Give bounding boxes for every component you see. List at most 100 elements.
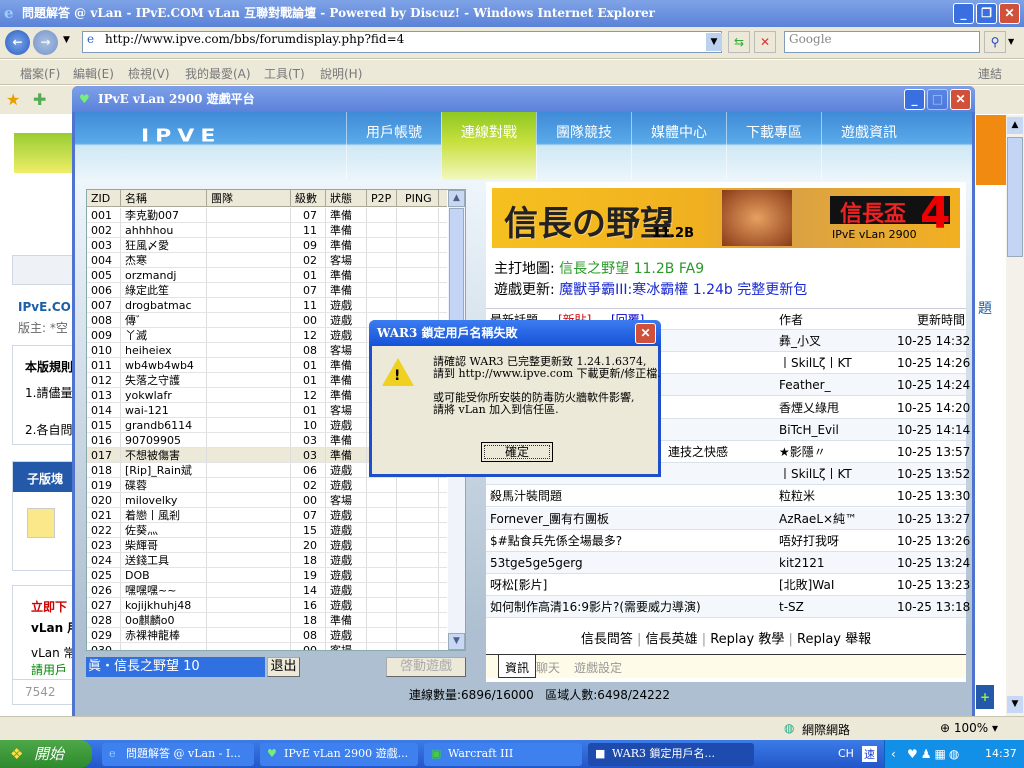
tray-expand-icon[interactable]: ‹	[891, 740, 896, 768]
nav-media[interactable]: 媒體中心	[631, 112, 726, 180]
player-row[interactable]: 028 0o麒麟o0 18 準備	[87, 613, 447, 628]
topic-title[interactable]: 連技之快感	[668, 441, 728, 463]
vlan-minimize-button[interactable]: _	[904, 89, 925, 110]
topic-row[interactable]: 如何制作高清16:9影片?(需要威力導演) t-SZ 10-25 13:18	[486, 596, 970, 619]
player-row[interactable]: 029 赤裸神龍棒 08 遊戲	[87, 628, 447, 643]
player-row[interactable]: 022 佐葵灬 15 遊戲	[87, 523, 447, 538]
menu-tools[interactable]: 工具(T)	[264, 65, 305, 82]
nav-download[interactable]: 下載專區	[726, 112, 821, 180]
dialog-close-button[interactable]: ✕	[635, 323, 656, 344]
scroll-thumb[interactable]	[1007, 137, 1023, 257]
player-row[interactable]: 004 杰寒 02 客場	[87, 253, 447, 268]
add-favorite-icon[interactable]: ✚	[33, 90, 46, 109]
task-dialog[interactable]: ■ WAR3 鎖定用戶名...	[588, 743, 754, 766]
tray-icons[interactable]: ♥♟▦◍	[907, 740, 962, 768]
address-dropdown-icon[interactable]: ▼	[706, 33, 722, 51]
topic-row[interactable]: Fornever_團有冇團板 AzRaeL×純™ 10-25 13:27	[486, 507, 970, 530]
ime-indicator[interactable]: 速	[862, 746, 877, 762]
menu-help[interactable]: 說明(H)	[320, 65, 362, 82]
col-level[interactable]: 級數	[291, 190, 326, 206]
topic-row[interactable]: 53tge5ge5gerg kit2121 10-25 13:24	[486, 552, 970, 574]
col-name[interactable]: 名稱	[121, 190, 207, 206]
player-row[interactable]: 001 李克勤007 07 準備	[87, 208, 447, 223]
task-ie[interactable]: e 問題解答 @ vLan - I...	[102, 743, 254, 766]
room-name-input[interactable]: 眞・信長之野望 10	[86, 657, 265, 677]
exit-button[interactable]: 退出	[267, 657, 300, 677]
search-input[interactable]: Google	[784, 31, 980, 53]
scroll-down-icon[interactable]: ▼	[448, 633, 465, 650]
game-banner[interactable]: 信長の野望 11.2B 信長盃 4 IPvE vLan 2900	[492, 188, 960, 248]
menu-edit[interactable]: 編輯(E)	[73, 65, 114, 82]
player-row[interactable]: 025 DOB 19 遊戲	[87, 568, 447, 583]
restore-button[interactable]: ❐	[976, 3, 997, 24]
menu-view[interactable]: 檢視(V)	[128, 65, 170, 82]
topic-title[interactable]: $#點食兵先係全場最多?	[490, 530, 622, 552]
tab-game-settings[interactable]: 遊戲設定	[574, 659, 622, 676]
link-replay-tutorial[interactable]: Replay 教學	[710, 632, 784, 647]
player-row[interactable]: 006 綠定此笙 07 準備	[87, 283, 447, 298]
scroll-up-icon[interactable]: ▲	[1007, 117, 1023, 134]
link-qa[interactable]: 信長問答	[581, 632, 633, 647]
player-row[interactable]: 005 orzmandj 01 準備	[87, 268, 447, 283]
col-zid[interactable]: ZID	[87, 190, 121, 206]
vlan-close-button[interactable]: ✕	[950, 89, 971, 110]
topic-row[interactable]: $#點食兵先係全場最多? 唔好打我呀 10-25 13:26	[486, 529, 970, 552]
task-warcraft[interactable]: ▣ Warcraft III	[424, 743, 582, 766]
player-row[interactable]: 007 drogbatmac 11 遊戲	[87, 298, 447, 313]
zoom-level[interactable]: ⊕ 100% ▾	[940, 721, 998, 735]
links-button[interactable]: 連結	[978, 65, 1002, 82]
player-row[interactable]: 027 kojijkhuhj48 16 遊戲	[87, 598, 447, 613]
tab-chat[interactable]: 聊天	[536, 659, 560, 676]
player-row[interactable]: 020 milovelky 00 客場	[87, 493, 447, 508]
scroll-down-icon[interactable]: ▼	[1007, 696, 1023, 713]
menu-file[interactable]: 檔案(F)	[20, 65, 60, 82]
link-replay-report[interactable]: Replay 舉報	[797, 632, 871, 647]
player-row[interactable]: 026 嘿嘿嘿~~ 14 遊戲	[87, 583, 447, 598]
player-row[interactable]: 023 柴輝哥 20 遊戲	[87, 538, 447, 553]
task-vlan[interactable]: ♥ IPvE vLan 2900 遊戲...	[260, 743, 418, 766]
player-row[interactable]: 019 碟蓉 02 遊戲	[87, 478, 447, 493]
address-input[interactable]: e http://www.ipve.com/bbs/forumdisplay.ph…	[82, 31, 722, 53]
topic-row[interactable]: 呀松[影片] [北敗]WaI 10-25 13:23	[486, 574, 970, 597]
language-indicator[interactable]: CH	[838, 747, 854, 760]
minimize-button[interactable]: _	[953, 3, 974, 24]
download-title[interactable]: 立即下	[31, 598, 67, 615]
close-button[interactable]: ✕	[999, 3, 1020, 24]
scroll-up-icon[interactable]: ▲	[448, 190, 465, 207]
link-heroes[interactable]: 信長英雄	[646, 632, 698, 647]
topic-title[interactable]: 呀松[影片]	[490, 574, 547, 596]
nav-account[interactable]: 用戶帳號	[346, 112, 441, 180]
col-team[interactable]: 團隊	[207, 190, 291, 206]
topic-title[interactable]: Fornever_團有冇團板	[490, 508, 609, 530]
topic-row[interactable]: 殺馬汁裝問題 粒粒米 10-25 13:30	[486, 485, 970, 508]
player-row[interactable]: 003 狂風〆愛 09 準備	[87, 238, 447, 253]
stop-icon[interactable]: ✕	[754, 31, 776, 53]
refresh-icon[interactable]: ⇆	[728, 31, 750, 53]
nav-battle[interactable]: 連線對戰	[441, 112, 536, 180]
back-button[interactable]: ←	[5, 30, 30, 55]
col-status[interactable]: 狀態	[326, 190, 367, 206]
player-row[interactable]: 002 ahhhhou 11 準備	[87, 223, 447, 238]
topic-title[interactable]: 53tge5ge5gerg	[490, 552, 583, 574]
ok-button[interactable]: 確定	[481, 442, 553, 462]
nav-team[interactable]: 團隊競技	[536, 112, 631, 180]
update-value[interactable]: 魔獸爭霸III:寒冰霸權 1.24b 完整更新包	[559, 282, 807, 298]
player-row[interactable]: 024 送錢工具 18 遊戲	[87, 553, 447, 568]
start-button[interactable]: ❖ 開始	[0, 740, 92, 768]
add-icon[interactable]: +	[976, 685, 994, 709]
forward-button[interactable]: →	[33, 30, 58, 55]
page-scrollbar[interactable]: ▲ ▼	[1006, 115, 1024, 716]
topic-title[interactable]: 如何制作高清16:9影片?(需要威力導演)	[490, 596, 701, 618]
history-dropdown-icon[interactable]: ▼	[63, 35, 70, 45]
search-options-icon[interactable]: ▼	[1008, 31, 1020, 53]
favorites-star-icon[interactable]: ★	[6, 90, 20, 109]
menu-favorites[interactable]: 我的最愛(A)	[185, 65, 251, 82]
player-row[interactable]: 030 00 客場	[87, 643, 447, 650]
topic-title[interactable]: 殺馬汁裝問題	[490, 485, 562, 507]
tab-info[interactable]: 資訊	[498, 655, 537, 678]
map-value[interactable]: 信長之野望 11.2B FA9	[559, 261, 704, 277]
nav-game-info[interactable]: 遊戲資訊	[821, 112, 916, 180]
player-row[interactable]: 021 着戀丨風剎 07 遊戲	[87, 508, 447, 523]
col-ping[interactable]: PING	[397, 190, 439, 206]
search-icon[interactable]: ⚲	[984, 31, 1006, 53]
